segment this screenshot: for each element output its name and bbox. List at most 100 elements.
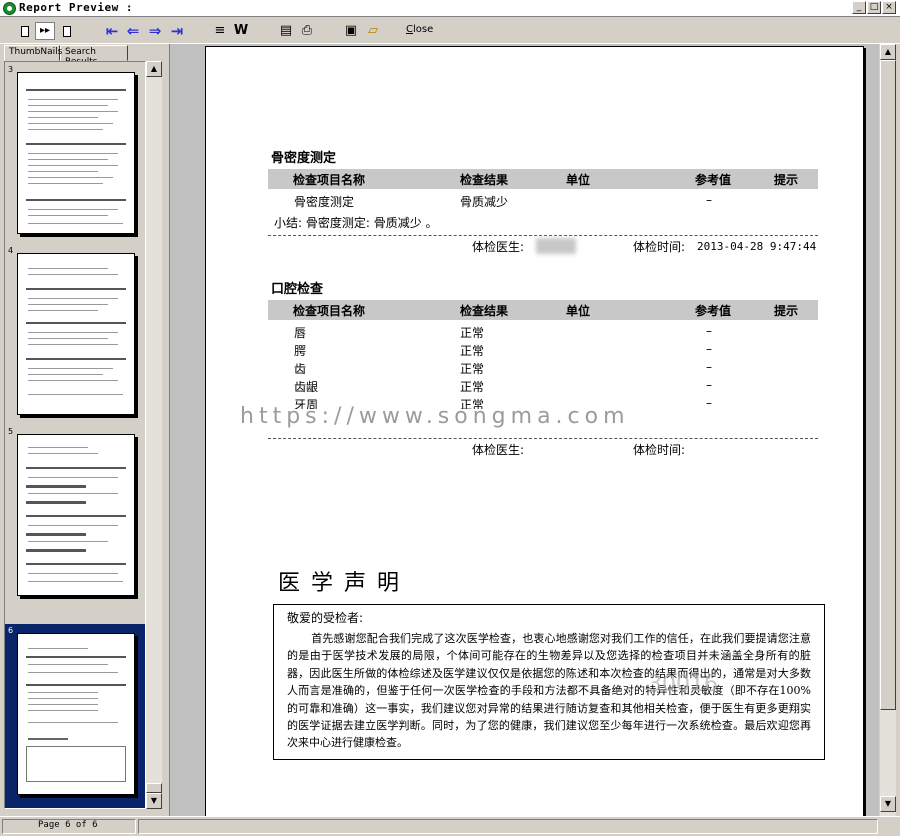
single-page-icon [21, 25, 29, 37]
column-header: 检查项目名称 [293, 173, 366, 187]
item-name: 唇 [294, 326, 307, 340]
maximize-button[interactable]: □ [867, 1, 881, 14]
preview-scrollbar[interactable]: ▲ ▼ [880, 44, 896, 816]
column-header: 单位 [566, 173, 591, 187]
item-name: 齿龈 [294, 380, 319, 394]
column-header: 检查结果 [460, 173, 509, 187]
column-header: 检查项目名称 [293, 304, 366, 318]
column-header: 提示 [774, 173, 799, 187]
item-reference: – [706, 324, 712, 338]
report-page: 骨密度测定 检查项目名称 检查结果 单位 参考值 提示 骨密度测定 骨质减少 –… [205, 46, 864, 816]
thumbnail-page-3[interactable] [17, 72, 135, 234]
item-result: 正常 [460, 344, 485, 358]
save-button[interactable]: ▣ [343, 22, 359, 40]
thumbnail-panel: ThumbNails Search Results 3 4 [0, 44, 164, 816]
print-setup-button[interactable]: ▤ [278, 22, 294, 40]
minimize-button[interactable]: _ [852, 1, 866, 14]
scrollbar-thumb[interactable] [146, 783, 162, 793]
app-icon [3, 2, 16, 15]
item-name: 齿 [294, 362, 307, 376]
item-reference: – [706, 342, 712, 356]
exam-time-label: 体检时间: [633, 443, 686, 457]
first-page-icon: ⇤ [105, 22, 119, 40]
declaration-greeting: 敬爱的受检者: [287, 611, 364, 625]
full-page-icon [63, 25, 71, 37]
column-header: 检查结果 [460, 304, 509, 318]
single-page-button[interactable] [18, 22, 32, 40]
preview-area: 骨密度测定 检查项目名称 检查结果 单位 参考值 提示 骨密度测定 骨质减少 –… [169, 44, 879, 816]
open-button[interactable]: ▱ [365, 22, 381, 40]
item-result: 正常 [460, 362, 485, 376]
thumbnail-page-number: 6 [8, 626, 14, 635]
thumbnail-scrollbar[interactable]: ▲ ▼ [146, 61, 162, 809]
page-indicator: Page 6 of 6 [38, 820, 98, 830]
item-result: 正常 [460, 326, 485, 340]
thumbnail-list: 3 4 5 6 [4, 61, 146, 809]
column-header: 提示 [774, 304, 799, 318]
watermark-number: 30016 [648, 672, 718, 697]
print-button[interactable]: ⎙ [299, 22, 315, 40]
scrollbar-thumb[interactable] [880, 60, 896, 710]
item-reference: – [706, 396, 712, 409]
tab-search-results[interactable]: Search Results [60, 45, 128, 67]
thumbnail-page-number: 4 [8, 246, 14, 255]
divider [268, 235, 818, 236]
doctor-name-redacted [536, 238, 576, 254]
thumbnail-page-number: 3 [8, 65, 14, 74]
title-bar: Report Preview : _ □ × [0, 0, 900, 17]
item-reference: – [706, 360, 712, 374]
table-header: 检查项目名称 检查结果 单位 参考值 提示 [268, 169, 818, 189]
last-page-button[interactable]: ⇥ [169, 22, 185, 40]
find-button[interactable]: W [233, 22, 249, 40]
thumbnail-page-number: 5 [8, 427, 14, 436]
section-title: 口腔检查 [271, 282, 324, 297]
declaration-body: 首先感谢您配合我们完成了这次医学检查，也衷心地感谢您对我们工作的信任，在此我们要… [287, 632, 811, 750]
watermark-text: https://www.songma.com [240, 404, 630, 429]
column-header: 参考值 [695, 304, 732, 318]
scroll-down-arrow-icon[interactable]: ▼ [146, 793, 162, 809]
tab-thumbnails[interactable]: ThumbNails [4, 45, 62, 61]
status-bar: Page 6 of 6 [0, 816, 900, 836]
exam-time-value: 2013-04-28 9:47:44 [697, 240, 817, 253]
doctor-label: 体检医生: [472, 240, 525, 254]
full-page-button[interactable] [60, 22, 74, 40]
item-result: 骨质减少 [460, 195, 509, 209]
thumbnail-page-4[interactable] [17, 253, 135, 415]
page-width-button[interactable]: ▸▸ [35, 22, 55, 40]
item-result: 正常 [460, 380, 485, 394]
divider [268, 438, 818, 439]
arrow-left-icon: ⇐ [126, 22, 140, 40]
declaration-title: 医学声明 [278, 571, 411, 596]
find-icon: W [233, 23, 249, 38]
declaration-box: 敬爱的受检者: 首先感谢您配合我们完成了这次医学检查，也衷心地感谢您对我们工作的… [273, 604, 825, 760]
window-title: Report Preview : [19, 1, 133, 14]
thumbnail-page-5[interactable] [17, 434, 135, 596]
scroll-up-arrow-icon[interactable]: ▲ [146, 61, 162, 77]
first-page-button[interactable]: ⇤ [104, 22, 120, 40]
status-panel [138, 819, 878, 834]
page-width-icon: ▸▸ [39, 25, 51, 36]
goto-page-button[interactable]: ≡ [212, 22, 228, 40]
scroll-up-arrow-icon[interactable]: ▲ [880, 44, 896, 60]
table-header: 检查项目名称 检查结果 单位 参考值 提示 [268, 300, 818, 320]
column-header: 单位 [566, 304, 591, 318]
close-window-button[interactable]: × [882, 1, 896, 14]
thumbnail-page-6[interactable] [17, 633, 135, 795]
close-button[interactable]: Close [406, 24, 433, 35]
goto-page-icon: ≡ [214, 23, 226, 38]
section-title: 骨密度测定 [271, 151, 337, 166]
arrow-right-icon: ⇒ [148, 22, 162, 40]
previous-page-button[interactable]: ⇐ [125, 22, 141, 40]
last-page-icon: ⇥ [170, 22, 184, 40]
column-header: 参考值 [695, 173, 732, 187]
exam-time-label: 体检时间: [633, 240, 686, 254]
section-summary: 小结: 骨密度测定: 骨质减少 。 [274, 216, 438, 230]
item-name: 腭 [294, 344, 307, 358]
toolbar: ▸▸ ⇤ ⇐ ⇒ ⇥ ≡ W ▤ ⎙ ▣ ▱ Close [0, 18, 900, 44]
next-page-button[interactable]: ⇒ [147, 22, 163, 40]
item-reference: – [706, 378, 712, 392]
printer-setup-icon: ▤ [279, 23, 293, 38]
scroll-down-arrow-icon[interactable]: ▼ [880, 796, 896, 812]
item-name: 骨密度测定 [294, 195, 355, 209]
printer-icon: ⎙ [301, 23, 313, 38]
